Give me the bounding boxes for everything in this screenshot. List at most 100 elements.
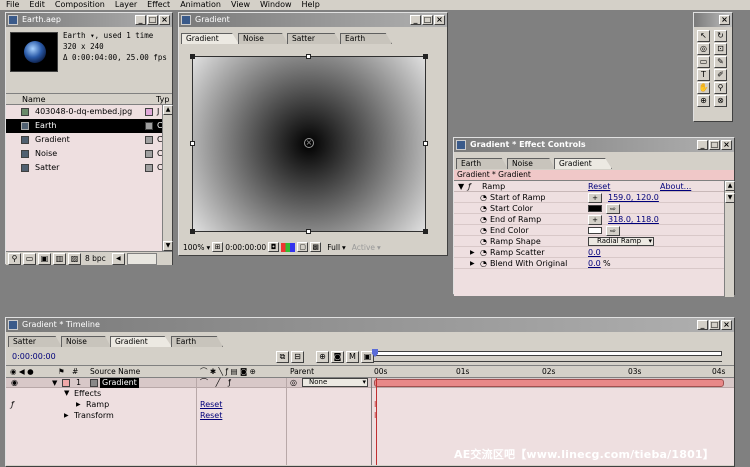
menu-animation[interactable]: Animation <box>180 0 221 10</box>
parent-pick-whip-icon[interactable]: ◎ <box>290 378 297 388</box>
selection-tool-icon[interactable]: ↖ <box>697 30 710 42</box>
new-folder-icon[interactable]: ▭ <box>23 252 36 265</box>
motion-blur-icon[interactable]: ◙ <box>331 351 344 363</box>
layer-duration-bar[interactable] <box>374 379 724 387</box>
timeline-titlebar[interactable]: Gradient * Timeline _ □ × <box>6 318 734 332</box>
work-area-bar[interactable] <box>374 351 722 356</box>
maximize-button[interactable]: □ <box>709 140 720 150</box>
project-titlebar[interactable]: Earth.aep _ □ × <box>6 13 172 27</box>
start-of-ramp-value[interactable]: 159.0, 120.0 <box>608 192 659 203</box>
mask-tool-icon[interactable]: ▭ <box>697 56 710 68</box>
grid-icon[interactable]: ⊞ <box>212 242 224 252</box>
project-item-satter[interactable]: Satter C <box>6 161 172 175</box>
effects-titlebar[interactable]: Gradient * Effect Controls _ □ × <box>454 138 734 152</box>
menu-view[interactable]: View <box>231 0 250 10</box>
close-button[interactable]: × <box>719 15 730 25</box>
ramp-scatter-value[interactable]: 0.0 <box>588 247 601 258</box>
ramp-reset-link[interactable]: Reset <box>200 399 222 410</box>
col-parent[interactable]: Parent <box>290 366 314 378</box>
layer-row[interactable]: ◉ ▼ 1 Gradient ⌒ ╱ ƒ ◎ None ▾ <box>6 378 734 388</box>
menu-effect[interactable]: Effect <box>147 0 170 10</box>
rgb-channels-icon[interactable] <box>281 242 296 252</box>
comp-titlebar[interactable]: Gradient _ □ × <box>179 13 447 27</box>
layer-name[interactable]: Gradient <box>100 378 139 388</box>
project-hscroll[interactable] <box>126 252 157 265</box>
effect-reset-link[interactable]: Reset <box>588 181 610 192</box>
tab-earth[interactable]: Earth <box>171 336 223 347</box>
maximize-button[interactable]: □ <box>709 320 720 330</box>
fx-toggle-icon[interactable]: ƒ <box>11 399 14 410</box>
expand-arrow-icon[interactable]: ▶ <box>76 399 81 410</box>
col-type[interactable]: Typ <box>156 94 169 105</box>
frame-blend-icon[interactable]: ⊕ <box>316 351 329 363</box>
effects-scrollbar[interactable]: ▲ ▼ <box>724 181 735 297</box>
handle-tl[interactable] <box>190 54 195 59</box>
tab-noise[interactable]: Noise <box>61 336 111 347</box>
bpc-icon[interactable]: ▨ <box>68 252 81 265</box>
hand-tool-icon[interactable]: ✋ <box>697 82 710 94</box>
resolution-select[interactable]: Full <box>327 243 340 252</box>
zoom-select[interactable]: 100% <box>183 243 204 252</box>
stopwatch-icon[interactable]: ◔ <box>480 236 487 247</box>
ramp-effect-row[interactable]: ƒ ▶ Ramp Reset I <box>6 399 734 410</box>
point-picker-icon[interactable]: + <box>588 215 602 225</box>
effect-ramp-row[interactable]: ▼ ƒ Ramp Reset About... <box>454 181 734 192</box>
project-item-jpg[interactable]: 403048-0-dq-embed.jpg J <box>6 105 172 119</box>
menu-file[interactable]: File <box>6 0 19 10</box>
stopwatch-icon[interactable]: ◔ <box>480 225 487 236</box>
expand-arrow-icon[interactable]: ▼ <box>52 378 57 388</box>
handle-tm[interactable] <box>306 54 311 59</box>
col-name[interactable]: Name <box>22 94 46 105</box>
menu-help[interactable]: Help <box>302 0 320 10</box>
bpc-label[interactable]: 8 bpc <box>85 254 106 263</box>
scroll-down-icon[interactable]: ▼ <box>163 241 173 251</box>
layer-switches-icon[interactable]: ⌒ ╱ ƒ <box>200 378 231 388</box>
tab-earth[interactable]: Earth <box>456 158 508 169</box>
fx-toggle-icon[interactable]: ƒ <box>468 181 471 192</box>
time-ruler[interactable]: 00s 01s 02s 03s 04s <box>372 366 726 378</box>
start-color-swatch[interactable] <box>588 205 602 212</box>
end-of-ramp-value[interactable]: 318.0, 118.0 <box>608 214 659 225</box>
zoom-slider[interactable] <box>374 359 722 362</box>
tab-noise[interactable]: Noise <box>238 33 288 44</box>
tab-gradient[interactable]: Gradient <box>554 158 612 169</box>
minimize-button[interactable]: _ <box>135 15 146 25</box>
menu-window[interactable]: Window <box>260 0 292 10</box>
maximize-button[interactable]: □ <box>422 15 433 25</box>
end-color-swatch[interactable] <box>588 227 602 234</box>
minimize-button[interactable]: _ <box>410 15 421 25</box>
comp-timecode[interactable]: 0:00:00:00 <box>225 243 266 252</box>
handle-br[interactable] <box>423 229 428 234</box>
close-button[interactable]: × <box>721 140 732 150</box>
project-item-gradient[interactable]: Gradient C <box>6 133 172 147</box>
handle-tr[interactable] <box>423 54 428 59</box>
expand-arrow-icon[interactable]: ▶ <box>470 247 475 258</box>
layer-label-color[interactable] <box>62 379 70 387</box>
expand-arrow-icon[interactable]: ▶ <box>64 410 69 421</box>
minimize-button[interactable]: _ <box>697 140 708 150</box>
view-arrow-icon[interactable]: ▾ <box>377 243 381 252</box>
graph-icon[interactable]: M <box>346 351 359 363</box>
eyedropper-icon[interactable]: ⇨ <box>606 204 620 214</box>
roi-icon[interactable]: ▢ <box>297 242 309 252</box>
tab-noise[interactable]: Noise <box>507 158 555 169</box>
effects-group-row[interactable]: ▼ Effects <box>6 388 734 399</box>
tab-gradient[interactable]: Gradient <box>110 336 172 347</box>
col-source-name[interactable]: Source Name <box>90 366 140 378</box>
maximize-button[interactable]: □ <box>147 15 158 25</box>
camera-tool-icon[interactable]: ◎ <box>697 43 710 55</box>
rotate-tool-icon[interactable]: ↻ <box>714 30 727 42</box>
new-comp-icon[interactable]: ▣ <box>38 252 51 265</box>
tab-gradient[interactable]: Gradient <box>181 33 239 44</box>
point-picker-icon[interactable]: + <box>588 193 602 203</box>
pan-behind-tool-icon[interactable]: ⊡ <box>714 43 727 55</box>
stopwatch-icon[interactable]: ◔ <box>480 192 487 203</box>
text-tool-icon[interactable]: T <box>697 69 710 81</box>
scroll-up-icon[interactable]: ▲ <box>163 105 173 115</box>
transform-group-row[interactable]: ▶ Transform Reset I <box>6 410 734 421</box>
expand-arrow-icon[interactable]: ▶ <box>470 258 475 269</box>
close-button[interactable]: × <box>434 15 445 25</box>
trash-icon[interactable]: ▥ <box>53 252 66 265</box>
stopwatch-icon[interactable]: ◔ <box>480 214 487 225</box>
menu-layer[interactable]: Layer <box>115 0 137 10</box>
